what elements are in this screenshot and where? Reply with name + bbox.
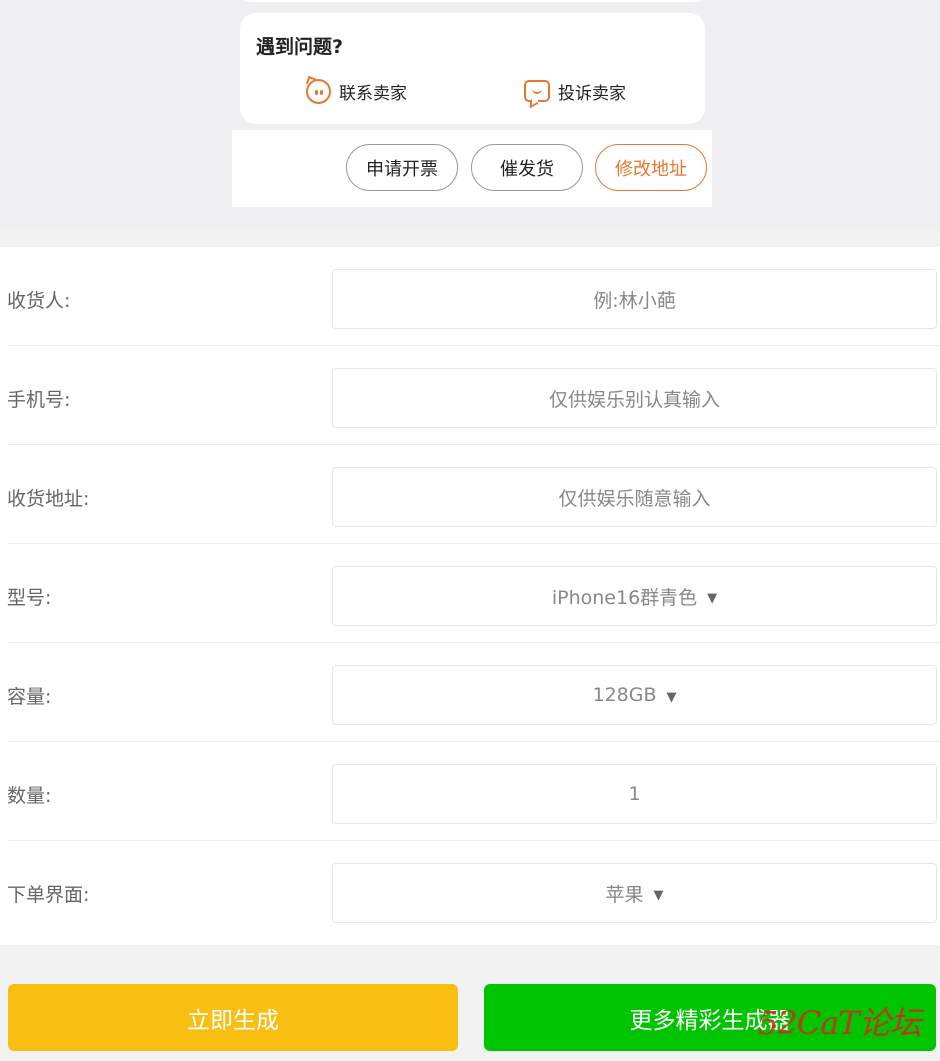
phone-label: 手机号: xyxy=(7,389,71,411)
model-label: 型号: xyxy=(7,587,52,609)
capacity-value: 128GB xyxy=(592,684,657,706)
address-input[interactable]: 仅供娱乐随意输入 xyxy=(332,467,937,527)
phone-placeholder: 仅供娱乐别认真输入 xyxy=(548,388,720,411)
form-row-model: 型号: iPhone16群青色 ▼ xyxy=(7,544,940,643)
dropdown-arrow-icon: ▼ xyxy=(707,590,718,606)
form-row-capacity: 容量: 128GB ▼ xyxy=(7,643,940,742)
quantity-input[interactable]: 1 xyxy=(332,764,937,824)
address-label: 收货地址: xyxy=(7,488,90,510)
seller-face-icon xyxy=(306,78,331,104)
complaint-chat-icon xyxy=(524,80,550,102)
order-ui-label: 下单界面: xyxy=(7,884,90,906)
recipient-label: 收货人: xyxy=(7,290,71,312)
modify-address-button[interactable]: 修改地址 xyxy=(595,144,707,191)
form-row-address: 收货地址: 仅供娱乐随意输入 xyxy=(7,445,940,544)
form-row-quantity: 数量: 1 xyxy=(7,742,940,841)
generate-now-button[interactable]: 立即生成 xyxy=(8,984,458,1051)
model-value: iPhone16群青色 xyxy=(551,586,698,609)
complain-seller-link[interactable]: 投诉卖家 xyxy=(524,78,626,104)
form-row-order-ui: 下单界面: 苹果 ▼ xyxy=(7,841,940,940)
preview-card-stub xyxy=(240,0,705,2)
order-ui-value: 苹果 xyxy=(605,883,644,906)
request-invoice-button[interactable]: 申请开票 xyxy=(346,144,458,191)
problem-card: 遇到问题? 联系卖家 投诉卖家 xyxy=(240,13,705,124)
capacity-label: 容量: xyxy=(7,686,52,708)
order-action-bar: 申请开票 催发货 修改地址 xyxy=(232,130,712,207)
recipient-placeholder: 例:林小葩 xyxy=(593,289,676,312)
urge-shipping-button[interactable]: 催发货 xyxy=(471,144,583,191)
order-preview: 遇到问题? 联系卖家 投诉卖家 申请开票 催发货 修改地址 xyxy=(0,0,940,231)
capacity-select[interactable]: 128GB ▼ xyxy=(332,665,937,725)
phone-input[interactable]: 仅供娱乐别认真输入 xyxy=(332,368,937,428)
form-row-phone: 手机号: 仅供娱乐别认真输入 xyxy=(7,346,940,445)
recipient-input[interactable]: 例:林小葩 xyxy=(332,269,937,329)
dropdown-arrow-icon: ▼ xyxy=(666,689,677,705)
order-ui-select[interactable]: 苹果 ▼ xyxy=(332,863,937,923)
problem-title: 遇到问题? xyxy=(256,36,344,58)
complain-seller-label: 投诉卖家 xyxy=(558,83,626,104)
dropdown-arrow-icon: ▼ xyxy=(653,887,664,903)
address-placeholder: 仅供娱乐随意输入 xyxy=(558,487,711,510)
form-row-recipient: 收货人: 例:林小葩 xyxy=(7,247,940,346)
generator-form: 收货人: 例:林小葩 手机号: 仅供娱乐别认真输入 收货地址: 仅供娱乐随意输入… xyxy=(0,247,940,945)
model-select[interactable]: iPhone16群青色 ▼ xyxy=(332,566,937,626)
quantity-value: 1 xyxy=(628,783,641,805)
contact-seller-label: 联系卖家 xyxy=(339,83,407,104)
forum-watermark: 52CaT论坛 xyxy=(758,1004,922,1042)
contact-seller-link[interactable]: 联系卖家 xyxy=(306,78,407,104)
quantity-label: 数量: xyxy=(7,785,52,807)
